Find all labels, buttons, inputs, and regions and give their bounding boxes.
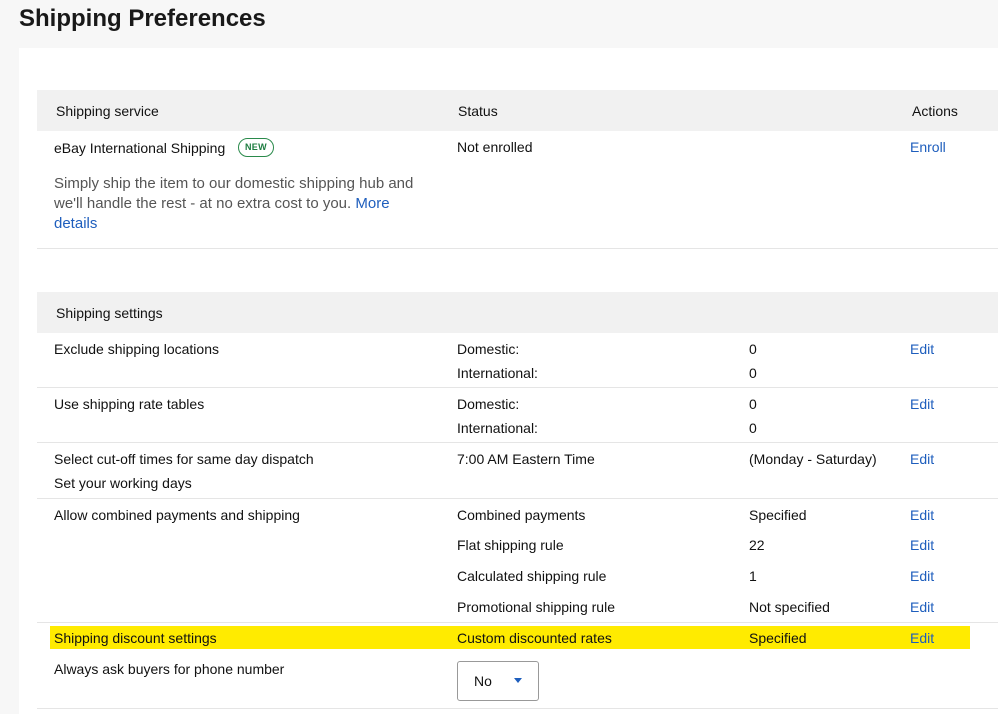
item-name: Calculated shipping rule (457, 568, 607, 584)
page-title: Shipping Preferences (19, 5, 266, 32)
service-status: Not enrolled (457, 139, 533, 155)
edit-link[interactable]: Edit (910, 396, 934, 412)
column-header-actions: Actions (912, 103, 958, 119)
edit-link[interactable]: Edit (910, 537, 934, 553)
divider (37, 708, 998, 709)
row-label: Use shipping rate tables (54, 396, 205, 412)
item-value: 0 (749, 341, 757, 357)
column-header-status: Status (458, 103, 498, 119)
caret-down-icon (514, 678, 522, 683)
item-name: International: (457, 365, 538, 381)
item-name: 7:00 AM Eastern Time (457, 451, 595, 467)
edit-link[interactable]: Edit (910, 451, 934, 467)
divider (37, 498, 998, 499)
enroll-link[interactable]: Enroll (910, 139, 946, 155)
item-name: Custom discounted rates (457, 630, 612, 646)
row-label: Allow combined payments and shipping (54, 507, 300, 523)
edit-link[interactable]: Edit (910, 341, 934, 357)
phone-number-select[interactable]: No (457, 661, 539, 701)
item-name: Promotional shipping rule (457, 599, 615, 615)
item-name: International: (457, 420, 538, 436)
divider (37, 622, 998, 623)
item-name: Domestic: (457, 341, 520, 357)
shipping-preferences-panel: Shipping service Status Actions eBay Int… (19, 48, 998, 714)
divider (37, 387, 998, 388)
row-label: Exclude shipping locations (54, 341, 219, 357)
new-badge: NEW (238, 138, 274, 157)
settings-table-header: Shipping settings (37, 292, 998, 333)
item-value: (Monday - Saturday) (749, 451, 877, 467)
item-value: Specified (749, 630, 807, 646)
row-label: Shipping discount settings (54, 630, 217, 646)
row-sublabel: Set your working days (54, 475, 192, 491)
item-name: Combined payments (457, 507, 586, 523)
edit-link[interactable]: Edit (910, 568, 934, 584)
item-value: 1 (749, 568, 757, 584)
service-description: Simply ship the item to our domestic shi… (54, 174, 434, 234)
divider (37, 248, 998, 249)
item-name: Flat shipping rule (457, 537, 564, 553)
row-label: Always ask buyers for phone number (54, 661, 285, 677)
divider (37, 442, 998, 443)
settings-header-label: Shipping settings (56, 305, 163, 321)
services-table-header: Shipping service Status Actions (37, 90, 998, 131)
item-value: Specified (749, 507, 807, 523)
service-name: eBay International Shipping (54, 140, 226, 156)
row-label: Select cut-off times for same day dispat… (54, 451, 314, 467)
column-header-service: Shipping service (56, 103, 159, 119)
item-value: Not specified (749, 599, 830, 615)
item-value: 0 (749, 365, 757, 381)
edit-link[interactable]: Edit (910, 507, 934, 523)
item-value: 0 (749, 420, 757, 436)
item-value: 22 (749, 537, 765, 553)
select-value: No (474, 673, 492, 689)
item-value: 0 (749, 396, 757, 412)
edit-link[interactable]: Edit (910, 599, 934, 615)
edit-link[interactable]: Edit (910, 630, 934, 646)
item-name: Domestic: (457, 396, 520, 412)
